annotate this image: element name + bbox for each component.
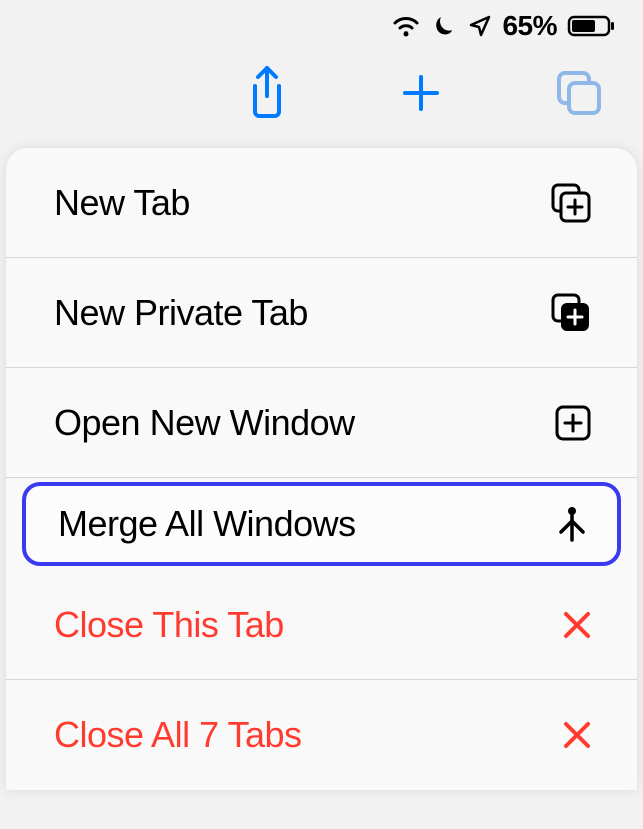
menu-item-merge-all-windows[interactable]: Merge All Windows	[22, 482, 621, 566]
menu-item-label: New Tab	[54, 182, 549, 224]
menu-item-open-new-window[interactable]: Open New Window	[6, 368, 637, 478]
menu-item-label: New Private Tab	[54, 292, 549, 334]
moon-icon	[432, 13, 458, 39]
menu-item-new-private-tab[interactable]: New Private Tab	[6, 258, 637, 368]
menu-item-close-all-tabs[interactable]: Close All 7 Tabs	[6, 680, 637, 790]
menu-item-label: Close This Tab	[54, 604, 561, 646]
battery-icon	[567, 14, 615, 38]
status-bar: 65%	[0, 0, 643, 48]
merge-icon	[555, 504, 589, 544]
menu-item-label: Merge All Windows	[58, 503, 555, 545]
new-window-icon	[553, 403, 593, 443]
wifi-icon	[390, 14, 422, 38]
menu-item-close-this-tab[interactable]: Close This Tab	[6, 570, 637, 680]
share-button[interactable]	[245, 66, 289, 120]
close-icon	[561, 719, 593, 751]
menu-item-new-tab[interactable]: New Tab	[6, 148, 637, 258]
location-icon	[468, 14, 492, 38]
menu-item-label: Close All 7 Tabs	[54, 714, 561, 756]
battery-percent: 65%	[502, 10, 557, 42]
tabs-button[interactable]	[553, 67, 605, 119]
new-tab-icon	[549, 181, 593, 225]
menu-item-label: Open New Window	[54, 402, 553, 444]
toolbar	[0, 48, 643, 148]
add-button[interactable]	[399, 71, 443, 115]
close-icon	[561, 609, 593, 641]
context-menu: New Tab New Private Tab Open New Window	[6, 148, 637, 790]
new-private-tab-icon	[549, 291, 593, 335]
